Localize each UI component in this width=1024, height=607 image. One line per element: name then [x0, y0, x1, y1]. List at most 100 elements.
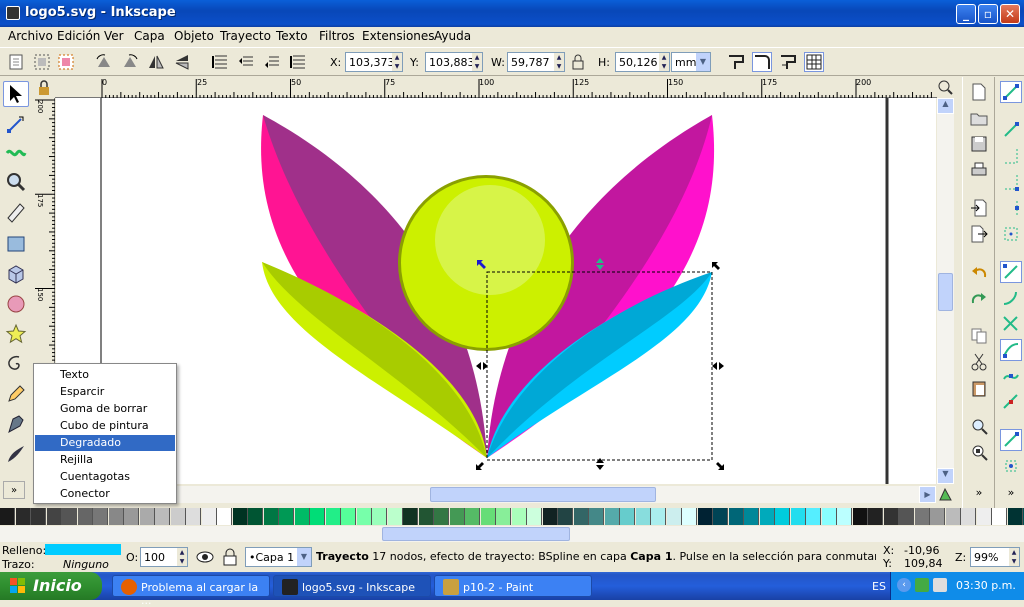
spiral-tool-icon[interactable]	[3, 351, 29, 377]
snap-paths-icon[interactable]	[1000, 287, 1022, 309]
paste-icon[interactable]	[968, 377, 990, 399]
snap-intersections-icon[interactable]	[1000, 313, 1022, 335]
palette-swatch[interactable]	[620, 508, 635, 525]
palette-swatch[interactable]	[62, 508, 77, 525]
opacity-field[interactable]: 100 ▲ ▼	[140, 547, 188, 567]
palette-swatch[interactable]	[46, 508, 62, 525]
lock-ratio-icon[interactable]	[568, 52, 588, 72]
palette-swatch[interactable]	[635, 508, 651, 525]
palette-swatch[interactable]	[713, 508, 728, 525]
palette-swatch[interactable]	[15, 508, 31, 525]
measure-tool-icon[interactable]	[3, 199, 29, 225]
palette-swatch[interactable]	[852, 508, 868, 525]
network-icon[interactable]	[915, 578, 929, 592]
raise-icon[interactable]	[236, 52, 256, 72]
menu-item-conector[interactable]: Conector	[35, 486, 175, 502]
zoom-selection-icon[interactable]	[968, 415, 990, 437]
palette-swatch[interactable]	[0, 508, 15, 525]
ellipse-tool-icon[interactable]	[3, 291, 29, 317]
palette-swatch[interactable]	[170, 508, 186, 525]
palette-swatch[interactable]	[418, 508, 434, 525]
palette-swatch[interactable]	[573, 508, 589, 525]
language-indicator[interactable]: ES	[872, 580, 886, 593]
new-document-icon[interactable]	[968, 81, 990, 103]
stroke-value[interactable]: Ninguno	[63, 558, 109, 571]
layer-select[interactable]: •Capa 1 ▼	[245, 547, 312, 567]
palette-swatch[interactable]	[651, 508, 666, 525]
y-field[interactable]: 103,883 ▲ ▼	[425, 52, 483, 72]
snap-nodes-icon[interactable]	[1000, 261, 1022, 283]
scale-handle-icon[interactable]	[712, 262, 720, 270]
menu-ver[interactable]: Ver	[104, 29, 124, 43]
palette-swatch[interactable]	[449, 508, 465, 525]
export-icon[interactable]	[968, 223, 990, 245]
snap-smooth-icon[interactable]	[1000, 365, 1022, 387]
pen-tool-icon[interactable]	[3, 411, 29, 437]
close-button[interactable]: ✕	[1000, 4, 1020, 24]
palette-swatch[interactable]	[930, 508, 945, 525]
print-icon[interactable]	[968, 159, 990, 181]
menu-texto[interactable]: Texto	[276, 29, 308, 43]
palette-swatch[interactable]	[728, 508, 744, 525]
palette-swatch[interactable]	[232, 508, 248, 525]
palette-swatch[interactable]	[108, 508, 124, 525]
palette-swatch[interactable]	[201, 508, 217, 525]
palette-swatch[interactable]	[744, 508, 759, 525]
star-tool-icon[interactable]	[3, 321, 29, 347]
palette-swatch[interactable]	[325, 508, 341, 525]
lock-guides-icon[interactable]	[36, 80, 52, 96]
scale-stroke-icon[interactable]	[726, 52, 746, 72]
scale-handle-icon[interactable]	[476, 462, 484, 470]
task-inkscape[interactable]: logo5.svg - Inkscape	[273, 575, 431, 597]
palette-swatch[interactable]	[387, 508, 403, 525]
menu-item-cubo-de-pintura[interactable]: Cubo de pintura	[35, 418, 175, 434]
palette-swatch[interactable]	[806, 508, 821, 525]
palette-swatch[interactable]	[434, 508, 449, 525]
maximize-button[interactable]: ▫	[978, 4, 998, 24]
scroll-up-icon[interactable]: ▲	[937, 98, 954, 114]
palette-swatch[interactable]	[666, 508, 682, 525]
fill-swatch[interactable]	[45, 544, 121, 555]
palette-swatch[interactable]	[821, 508, 837, 525]
menu-item-rejilla[interactable]: Rejilla	[35, 452, 175, 468]
3d-box-tool-icon[interactable]	[3, 261, 29, 287]
palette-swatch[interactable]	[883, 508, 899, 525]
palette-swatch[interactable]	[356, 508, 372, 525]
flip-horizontal-icon[interactable]	[146, 52, 166, 72]
move-patterns-icon[interactable]	[804, 52, 824, 72]
rotate-cw-icon[interactable]	[120, 52, 140, 72]
scroll-down-icon[interactable]: ▼	[937, 468, 954, 484]
palette-swatch[interactable]	[186, 508, 201, 525]
horizontal-scroll-thumb[interactable]	[430, 487, 656, 502]
tweak-tool-icon[interactable]	[3, 139, 29, 165]
x-field[interactable]: 103,373 ▲ ▼	[345, 52, 403, 72]
rotate-ccw-icon[interactable]	[94, 52, 114, 72]
palette-swatch[interactable]	[790, 508, 806, 525]
palette-swatch[interactable]	[589, 508, 604, 525]
redo-icon[interactable]	[968, 287, 990, 309]
deselect-icon[interactable]	[56, 52, 76, 72]
undo-icon[interactable]	[968, 261, 990, 283]
scroll-right-icon[interactable]: ▶	[919, 486, 936, 503]
palette-swatch[interactable]	[992, 508, 1007, 525]
palette-swatch[interactable]	[682, 508, 697, 525]
scale-handle-icon[interactable]	[712, 362, 724, 370]
palette-swatch[interactable]	[403, 508, 418, 525]
menu-item-esparcir[interactable]: Esparcir	[35, 384, 175, 400]
menu-capa[interactable]: Capa	[134, 29, 165, 43]
chevron-down-icon[interactable]: ▼	[297, 548, 311, 566]
spin-arrows-icon[interactable]: ▲ ▼	[392, 53, 402, 71]
menu-item-cuentagotas[interactable]: Cuentagotas	[35, 469, 175, 485]
drawing-canvas[interactable]	[56, 98, 936, 484]
palette-swatch[interactable]	[31, 508, 46, 525]
select-all-layers-icon[interactable]	[32, 52, 52, 72]
scale-corners-icon[interactable]	[752, 52, 772, 72]
task-firefox[interactable]: Problema al cargar la ...	[112, 575, 270, 607]
zoom-drawing-icon[interactable]	[968, 441, 990, 463]
horizontal-scrollbar[interactable]: ▶	[56, 486, 936, 503]
lock-layer-icon[interactable]	[222, 548, 238, 566]
snap-bbox-center-icon[interactable]	[1000, 223, 1022, 245]
spin-arrows-icon[interactable]: ▲ ▼	[659, 53, 669, 71]
palette-scroll-thumb[interactable]	[382, 527, 570, 541]
palette-swatch[interactable]	[759, 508, 775, 525]
